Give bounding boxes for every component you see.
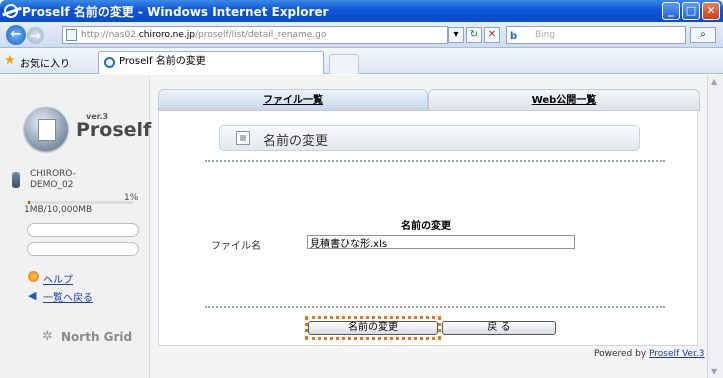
quota-text: 1MB/10,000MB (24, 205, 93, 215)
back-button-form[interactable]: 戻 る (442, 321, 556, 335)
page-title-icon (236, 131, 250, 145)
north-grid-logo-icon: ✲ (42, 329, 53, 344)
url-host: chiroro.ne.jp (138, 30, 195, 40)
quota-bar (28, 201, 133, 204)
empty-slot (27, 242, 139, 256)
user-name: CHIRORO-DEMO_02 (30, 169, 76, 190)
refresh-icon[interactable]: ↻ (466, 27, 482, 43)
search-placeholder: Bing (535, 30, 556, 40)
favorites-star-icon[interactable]: ★ (4, 53, 16, 68)
back-arrow-icon: ◀ (28, 289, 37, 302)
north-grid-brand: North Grid (61, 330, 133, 344)
new-tab-button[interactable] (329, 54, 359, 74)
page-title-box: 名前の変更 (219, 125, 640, 151)
divider (205, 306, 665, 308)
proself-logo-icon (24, 107, 68, 151)
logo-name: Proself (76, 119, 152, 141)
scroll-down-icon[interactable]: ▼ (711, 367, 717, 376)
powered-by: Powered by Proself Ver.3 (594, 349, 705, 359)
quota-fill (28, 201, 31, 204)
user-icon (12, 172, 20, 188)
dropdown-arrow-icon[interactable]: ▾ (448, 27, 464, 43)
back-to-list-link[interactable]: 一覧へ戻る (43, 289, 93, 304)
page-content: ver.3 Proself CHIRORO-DEMO_02 1% 1MB/10,… (0, 75, 707, 378)
page-icon (66, 29, 77, 41)
forward-button[interactable]: → (27, 27, 44, 44)
help-icon (28, 271, 39, 282)
tab-file-list[interactable]: ファイル一覧 (158, 89, 428, 111)
rename-panel: 名前の変更 名前の変更 ファイル名 名前の変更 戻 る (158, 111, 698, 346)
divider (205, 160, 665, 162)
bing-icon: b (510, 31, 518, 42)
url-path: /proself/list/detail_rename.go (195, 30, 327, 40)
search-input[interactable]: b Bing (506, 26, 686, 44)
window-title: Proself 名前の変更 - Windows Internet Explore… (22, 4, 329, 19)
favorites-bar: ★ お気に入り Proself 名前の変更 (0, 48, 723, 74)
minimize-button[interactable]: _ (662, 2, 680, 20)
sidebar: ver.3 Proself CHIRORO-DEMO_02 1% 1MB/10,… (0, 75, 152, 378)
browser-tab[interactable]: Proself 名前の変更 (98, 51, 324, 74)
vertical-scrollbar[interactable]: ▲ ▼ (707, 75, 723, 378)
browser-tab-title: Proself 名前の変更 (119, 56, 206, 67)
section-heading: 名前の変更 (401, 221, 451, 232)
page-title: 名前の変更 (263, 134, 329, 149)
proself-version-link[interactable]: Proself Ver.3 (649, 349, 705, 359)
back-button[interactable]: ← (6, 25, 26, 45)
close-window-button[interactable]: ✕ (702, 2, 720, 20)
scroll-up-icon[interactable]: ▲ (711, 77, 717, 86)
maximize-button[interactable]: □ (682, 2, 700, 20)
url-input[interactable]: http://nas02.chiroro.ne.jp/proself/list/… (62, 26, 448, 44)
tab-ie-icon (104, 57, 115, 68)
empty-slot (27, 223, 139, 237)
ie-logo-icon (4, 4, 18, 18)
filename-input[interactable] (307, 235, 575, 249)
window-titlebar: Proself 名前の変更 - Windows Internet Explore… (0, 0, 723, 22)
url-prefix: http://nas02. (81, 30, 139, 40)
stop-icon[interactable]: ✕ (484, 27, 500, 43)
rename-button[interactable]: 名前の変更 (308, 321, 438, 335)
help-link[interactable]: ヘルプ (43, 271, 73, 286)
main-tabs: ファイル一覧 Web公開一覧 (158, 89, 700, 111)
quota-percent: 1% (124, 193, 139, 203)
powered-prefix: Powered by (594, 349, 650, 359)
address-bar: ← → http://nas02.chiroro.ne.jp/proself/l… (0, 22, 723, 48)
favorites-label[interactable]: お気に入り (20, 55, 70, 70)
search-button[interactable]: ⌕ (690, 27, 716, 43)
tab-web-public-list[interactable]: Web公開一覧 (428, 89, 700, 111)
filename-label: ファイル名 (211, 241, 261, 252)
